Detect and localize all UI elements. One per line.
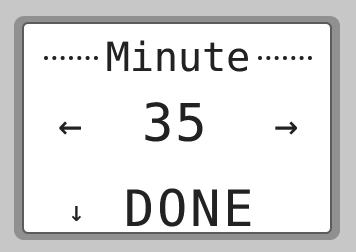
arrow-down-icon[interactable]: ↓ (68, 198, 85, 226)
screen-header: Minute (28, 38, 328, 78)
minute-value: 35 (142, 94, 209, 154)
arrow-right-icon[interactable]: → (274, 106, 298, 146)
header-right-dashes (258, 56, 313, 60)
arrow-left-icon[interactable]: ← (58, 106, 82, 146)
screen-title: Minute (105, 35, 251, 81)
done-button[interactable]: DONE (124, 184, 256, 234)
header-left-dashes (43, 56, 98, 60)
lcd-screen: Minute ← 35 → ↓ DONE (22, 22, 332, 234)
